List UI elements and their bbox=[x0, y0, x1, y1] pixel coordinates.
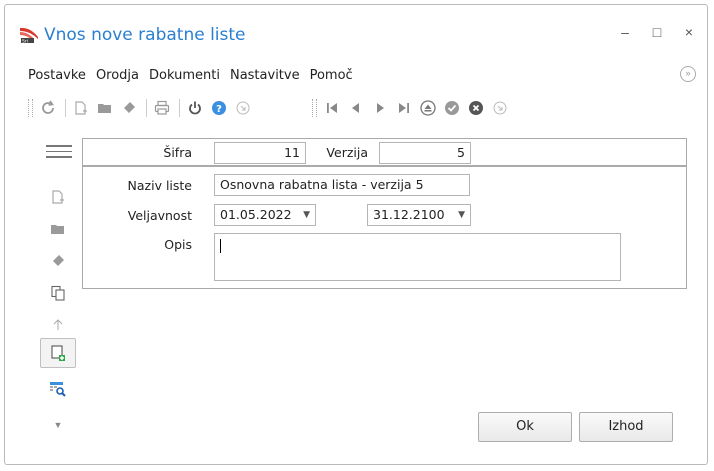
menu-icon[interactable] bbox=[46, 141, 72, 162]
first-record-icon[interactable] bbox=[321, 97, 343, 119]
window-controls: – □ × bbox=[618, 24, 696, 40]
izhod-button[interactable]: Izhod bbox=[579, 412, 673, 442]
veljavnost-from-value: 01.05.2022 bbox=[220, 207, 292, 222]
minimize-button[interactable]: – bbox=[618, 24, 632, 40]
toolbar-grip[interactable] bbox=[28, 99, 33, 117]
sifra-label: Šifra bbox=[163, 145, 192, 160]
veljavnost-from-dropdown[interactable]: 01.05.2022 ▼ bbox=[214, 204, 316, 226]
split-icon[interactable] bbox=[40, 310, 76, 340]
veljavnost-label: Veljavnost bbox=[127, 208, 192, 223]
naziv-label: Naziv liste bbox=[127, 178, 192, 193]
opis-label: Opis bbox=[164, 237, 192, 252]
add-new-icon[interactable] bbox=[40, 338, 76, 368]
new-icon[interactable] bbox=[40, 182, 76, 212]
print-icon[interactable] bbox=[151, 97, 173, 119]
verzija-label: Verzija bbox=[326, 145, 368, 160]
eraser-icon[interactable] bbox=[40, 246, 76, 276]
power-icon[interactable] bbox=[184, 97, 206, 119]
menu-postavke[interactable]: Postavke bbox=[28, 68, 86, 83]
toolbar-separator bbox=[179, 99, 180, 117]
ribbon-expand-icon[interactable]: » bbox=[680, 66, 696, 82]
chevron-down-icon[interactable]: ▼ bbox=[40, 410, 76, 440]
expand-icon[interactable] bbox=[232, 97, 254, 119]
menu-orodja[interactable]: Orodja bbox=[96, 68, 139, 83]
chevron-down-icon[interactable]: ▼ bbox=[458, 205, 465, 225]
next-record-icon[interactable] bbox=[369, 97, 391, 119]
app-logo-icon: Sri bbox=[18, 25, 40, 45]
eraser-icon[interactable] bbox=[118, 97, 140, 119]
new-icon[interactable] bbox=[70, 97, 92, 119]
toolbar-separator bbox=[65, 99, 66, 117]
naziv-field[interactable]: Osnovna rabatna lista - verzija 5 bbox=[214, 174, 470, 196]
toolbar-grip[interactable] bbox=[312, 99, 317, 117]
close-button[interactable]: × bbox=[682, 24, 696, 40]
chevron-down-icon[interactable]: ▼ bbox=[303, 205, 310, 225]
svg-text:?: ? bbox=[216, 104, 222, 115]
veljavnost-to-value: 31.12.2100 bbox=[373, 207, 445, 222]
sifra-field[interactable]: 11 bbox=[214, 142, 306, 164]
menu-dokumenti[interactable]: Dokumenti bbox=[149, 68, 220, 83]
opis-textarea[interactable] bbox=[214, 233, 621, 281]
maximize-button[interactable]: □ bbox=[650, 24, 664, 40]
prev-record-icon[interactable] bbox=[345, 97, 367, 119]
toolbar: ? bbox=[28, 96, 513, 120]
open-folder-icon[interactable] bbox=[94, 97, 116, 119]
text-caret bbox=[220, 239, 221, 253]
confirm-icon[interactable] bbox=[441, 97, 463, 119]
title-bar: Sri Vnos nove rabatne liste bbox=[18, 22, 246, 48]
menu-bar: Postavke Orodja Dokumenti Nastavitve Pom… bbox=[28, 68, 353, 83]
ok-button[interactable]: Ok bbox=[478, 412, 572, 442]
window-title: Vnos nove rabatne liste bbox=[44, 25, 246, 45]
verzija-field[interactable]: 5 bbox=[379, 142, 471, 164]
cancel-icon[interactable] bbox=[465, 97, 487, 119]
eject-icon[interactable] bbox=[417, 97, 439, 119]
refresh-icon[interactable] bbox=[37, 97, 59, 119]
menu-nastavitve[interactable]: Nastavitve bbox=[230, 68, 300, 83]
expand-icon[interactable] bbox=[489, 97, 511, 119]
open-folder-icon[interactable] bbox=[40, 214, 76, 244]
veljavnost-to-dropdown[interactable]: 31.12.2100 ▼ bbox=[367, 204, 471, 226]
svg-text:Sri: Sri bbox=[22, 39, 28, 45]
menu-pomoc[interactable]: Pomoč bbox=[310, 68, 353, 83]
search-table-icon[interactable] bbox=[40, 374, 76, 404]
copy-icon[interactable] bbox=[40, 278, 76, 308]
toolbar-separator bbox=[146, 99, 147, 117]
last-record-icon[interactable] bbox=[393, 97, 415, 119]
help-icon[interactable]: ? bbox=[208, 97, 230, 119]
